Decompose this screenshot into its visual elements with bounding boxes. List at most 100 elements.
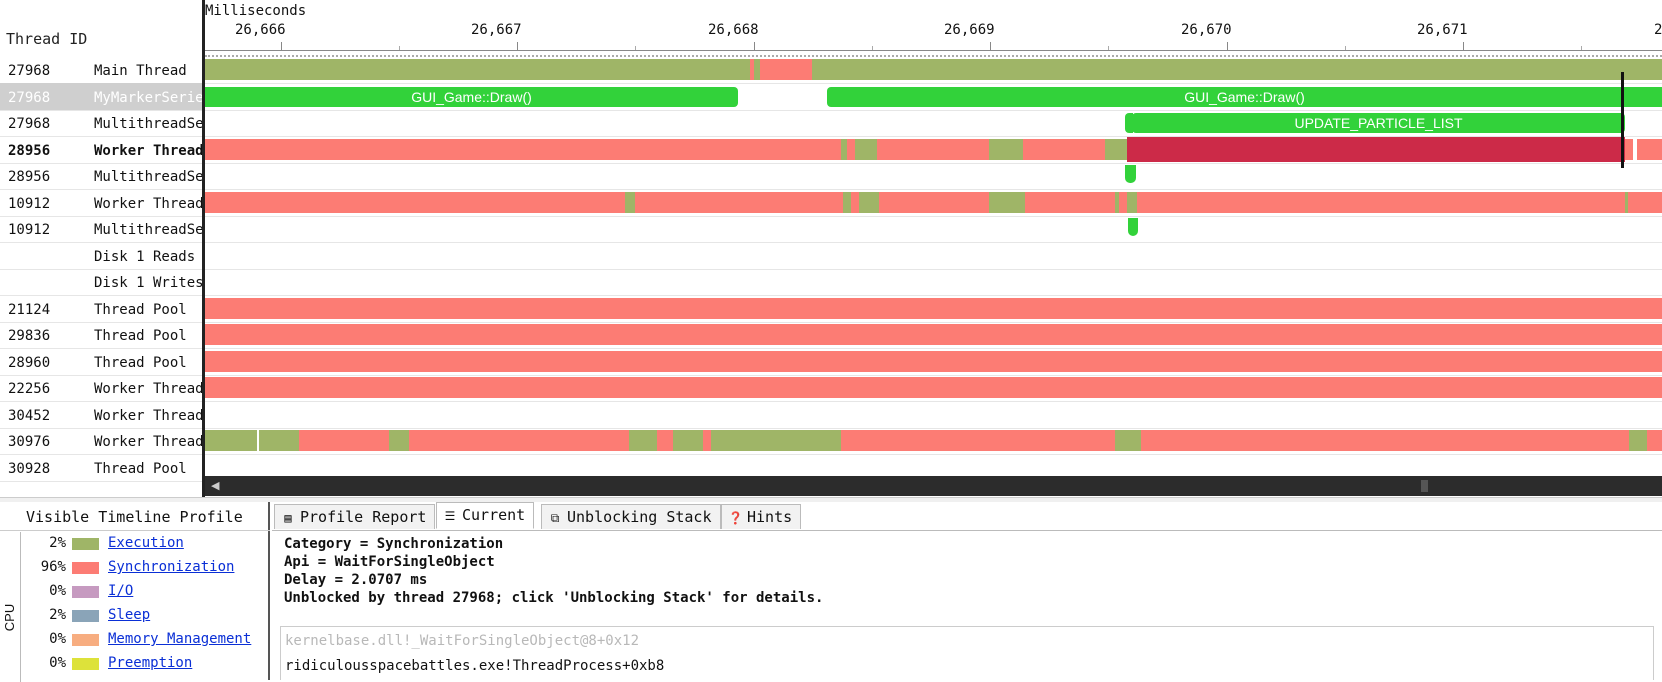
lane-marker-series[interactable]: GUI_Game::Draw() GUI_Game::Draw() — [205, 83, 1662, 111]
thread-row[interactable]: 27968 MultithreadSeries — [0, 109, 204, 137]
execution-segment[interactable] — [673, 430, 703, 451]
lane-thread-pool[interactable] — [205, 321, 1662, 349]
lane-thread-pool[interactable] — [205, 348, 1662, 376]
execution-segment[interactable] — [205, 59, 750, 80]
scroll-left-arrow-icon[interactable]: ◀ — [211, 479, 219, 492]
thread-row[interactable]: 29836 Thread Pool — [0, 321, 204, 349]
execution-segment[interactable] — [1115, 430, 1141, 451]
execution-segment[interactable] — [859, 192, 879, 213]
sync-segment[interactable] — [841, 430, 1115, 451]
marker-span[interactable]: GUI_Game::Draw() — [827, 87, 1662, 107]
marker-blip[interactable] — [1128, 218, 1138, 236]
thread-row[interactable]: 10912 Worker Thread — [0, 189, 204, 217]
execution-segment[interactable] — [855, 139, 877, 160]
thread-row[interactable]: 28960 Thread Pool — [0, 348, 204, 376]
sync-segment[interactable] — [205, 139, 841, 160]
sleep-link[interactable]: Sleep — [108, 607, 150, 623]
lane-disk-writes[interactable] — [205, 268, 1662, 296]
stack-frame[interactable]: kernelbase.dll!_WaitForSingleObject@8+0x… — [285, 633, 639, 649]
marker-span[interactable]: UPDATE_PARTICLE_LIST — [1132, 113, 1625, 133]
lane-worker-thread[interactable] — [205, 427, 1662, 455]
tab-profile-report[interactable]: ▤ Profile Report — [274, 504, 436, 529]
sync-segment[interactable] — [1119, 192, 1127, 213]
sync-segment[interactable] — [851, 192, 859, 213]
execution-segment[interactable] — [205, 430, 257, 451]
execution-segment[interactable] — [711, 430, 841, 451]
synchronization-link[interactable]: Synchronization — [108, 559, 234, 575]
sync-segment[interactable] — [760, 59, 812, 80]
execution-segment[interactable] — [389, 430, 409, 451]
thread-id-header[interactable]: Thread ID — [6, 30, 87, 48]
lane-multithread-series[interactable]: UPDATE_PARTICLE_LIST — [205, 109, 1662, 137]
execution-link[interactable]: Execution — [108, 535, 184, 551]
tab-hints[interactable]: ❓ Hints — [721, 504, 802, 529]
sync-segment[interactable] — [1647, 430, 1662, 451]
execution-segment[interactable] — [989, 192, 1025, 213]
sync-segment[interactable] — [847, 139, 855, 160]
sync-segment[interactable] — [1637, 139, 1662, 160]
marker-span[interactable]: GUI_Game::Draw() — [205, 87, 738, 107]
sync-segment[interactable] — [703, 430, 711, 451]
thread-row[interactable]: 22256 Worker Thread — [0, 374, 204, 402]
lane-multithread-series[interactable] — [205, 215, 1662, 243]
tab-current[interactable]: ☰ Current — [436, 502, 535, 529]
thread-row[interactable]: 30928 Thread Pool — [0, 454, 204, 482]
thread-row[interactable]: 10912 MultithreadSeries — [0, 215, 204, 243]
execution-segment[interactable] — [259, 430, 299, 451]
sync-segment[interactable] — [1025, 192, 1115, 213]
sync-segment[interactable] — [205, 324, 1662, 345]
preemption-link[interactable]: Preemption — [108, 655, 192, 671]
thread-row[interactable]: 27968 Main Thread — [0, 56, 204, 84]
sync-segment[interactable] — [409, 430, 629, 451]
thread-row[interactable]: Disk 1 Writes — [0, 268, 204, 296]
sync-segment[interactable] — [657, 430, 673, 451]
sync-segment[interactable] — [877, 139, 989, 160]
sync-segment[interactable] — [205, 298, 1662, 319]
execution-segment[interactable] — [989, 139, 1023, 160]
memory-management-link[interactable]: Memory Management — [108, 631, 251, 647]
scrollbar-thumb[interactable] — [1421, 480, 1428, 492]
sync-segment[interactable] — [205, 192, 625, 213]
tick-label: 26,669 — [944, 22, 995, 38]
selected-sync-segment[interactable] — [1127, 137, 1625, 162]
lane-worker-thread[interactable] — [205, 136, 1662, 164]
sync-segment[interactable] — [879, 192, 989, 213]
sync-segment[interactable] — [205, 351, 1662, 372]
execution-segment[interactable] — [843, 192, 851, 213]
io-link[interactable]: I/O — [108, 583, 133, 599]
lane-thread-pool[interactable] — [205, 295, 1662, 323]
sync-segment[interactable] — [299, 430, 389, 451]
thread-row[interactable]: 21124 Thread Pool — [0, 295, 204, 323]
sync-segment[interactable] — [1625, 139, 1633, 160]
execution-segment[interactable] — [812, 59, 1662, 80]
sync-segment[interactable] — [1141, 430, 1629, 451]
thread-row-selected[interactable]: 27968 MyMarkerSeries — [0, 83, 204, 111]
sync-segment[interactable] — [1023, 139, 1105, 160]
tab-unblocking-stack[interactable]: ⧉ Unblocking Stack — [541, 504, 721, 529]
thread-row[interactable]: 30452 Worker Thread — [0, 401, 204, 429]
timeline-view[interactable]: Milliseconds 26,666 26,667 26,668 26,669… — [205, 0, 1662, 500]
sync-segment[interactable] — [205, 377, 1662, 398]
execution-segment[interactable] — [625, 192, 635, 213]
lane-worker-thread[interactable] — [205, 189, 1662, 217]
lane-multithread-series[interactable] — [205, 162, 1662, 190]
lane-worker-thread[interactable] — [205, 401, 1662, 429]
sync-segment[interactable] — [635, 192, 843, 213]
execution-segment[interactable] — [1127, 192, 1137, 213]
sync-segment[interactable] — [1628, 192, 1662, 213]
thread-row[interactable]: 28956 MultithreadSeries — [0, 162, 204, 190]
marker-blip[interactable] — [1125, 165, 1136, 183]
thread-row[interactable]: Disk 1 Reads — [0, 242, 204, 270]
lane-disk-reads[interactable] — [205, 242, 1662, 270]
stack-frame[interactable]: ridiculousspacebattles.exe!ThreadProcess… — [285, 658, 664, 674]
execution-segment[interactable] — [1629, 430, 1647, 451]
sync-segment[interactable] — [1137, 192, 1625, 213]
lane-main-thread[interactable] — [205, 56, 1662, 84]
execution-segment[interactable] — [1105, 139, 1127, 160]
horizontal-scrollbar[interactable]: ◀ — [205, 476, 1662, 496]
thread-row-bold[interactable]: 28956 Worker Thread — [0, 136, 204, 164]
thread-row[interactable]: 30976 Worker Thread — [0, 427, 204, 455]
execution-segment[interactable] — [629, 430, 657, 451]
legend-percent: 0% — [49, 631, 66, 647]
lane-worker-thread[interactable] — [205, 374, 1662, 402]
